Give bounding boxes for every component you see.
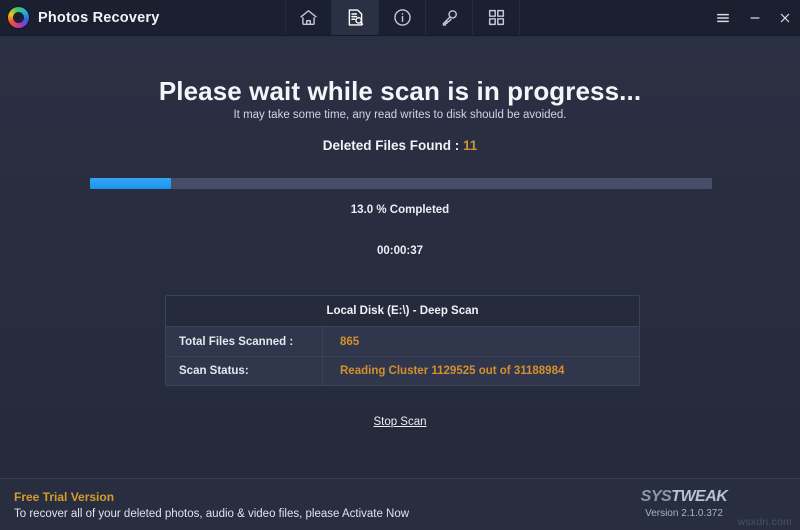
stop-scan-container: Stop Scan <box>0 412 800 430</box>
nav-tabs <box>285 0 520 35</box>
total-files-scanned-value: 865 <box>340 335 360 348</box>
home-icon <box>300 10 317 26</box>
scan-status-value: Reading Cluster 1129525 out of 31188984 <box>340 365 565 377</box>
deleted-files-found: Deleted Files Found : 11 <box>0 138 800 153</box>
minimize-button[interactable] <box>740 0 770 35</box>
hamburger-menu-icon <box>717 13 729 22</box>
nav-tab-home[interactable] <box>285 0 332 35</box>
table-row: Scan Status: Reading Cluster 1129525 out… <box>166 356 639 385</box>
grid-apps-icon <box>488 9 504 26</box>
stop-scan-link[interactable]: Stop Scan <box>373 416 426 428</box>
systweak-wordmark-prefix: SYS <box>640 488 672 505</box>
app-version: Version 2.1.0.372 <box>645 508 723 519</box>
refresh-arrows-glyph <box>13 12 24 23</box>
app-title: Photos Recovery <box>38 9 160 26</box>
scan-info-table: Local Disk (E:\) - Deep Scan Total Files… <box>165 295 640 386</box>
key-icon <box>442 10 457 26</box>
document-search-icon <box>348 9 363 26</box>
page-title: Please wait while scan is in progress... <box>158 76 642 106</box>
nav-tab-scan[interactable] <box>332 0 379 35</box>
hamburger-menu-button[interactable] <box>706 0 740 35</box>
window-controls <box>706 0 800 35</box>
minimize-icon <box>750 16 760 19</box>
systweak-branding: SYSTWEAK Version 2.1.0.372 <box>624 489 744 520</box>
systweak-wordmark-suffix: TWEAK <box>671 488 728 505</box>
free-trial-title: Free Trial Version <box>14 490 115 504</box>
photos-recovery-logo-icon <box>8 7 29 28</box>
info-circle-icon <box>393 9 411 26</box>
scan-progress-panel: Please wait while scan is in progress...… <box>0 36 800 478</box>
close-icon <box>780 13 790 22</box>
nav-tab-info[interactable] <box>379 0 426 35</box>
close-button[interactable] <box>770 0 800 35</box>
scan-info-table-header: Local Disk (E:\) - Deep Scan <box>166 296 639 327</box>
scan-progress-bar <box>90 178 712 189</box>
app-window: Photos Recovery Please wait while scan i… <box>0 0 800 530</box>
source-watermark: wsxdn.com <box>737 516 792 528</box>
systweak-wordmark: SYSTWEAK <box>624 489 744 505</box>
page-subtitle: It may take some time, any read writes t… <box>233 109 567 121</box>
scan-elapsed-time: 00:00:37 <box>376 245 424 257</box>
app-brand: Photos Recovery <box>0 0 280 35</box>
nav-tab-register[interactable] <box>426 0 473 35</box>
deleted-files-found-label: Deleted Files Found : <box>322 138 460 153</box>
title-bar: Photos Recovery <box>0 0 800 36</box>
free-trial-message: To recover all of your deleted photos, a… <box>14 508 410 520</box>
scan-percent-label: 13.0 % Completed <box>350 204 450 216</box>
table-row: Total Files Scanned : 865 <box>166 327 639 356</box>
total-files-scanned-label: Total Files Scanned : <box>166 327 323 356</box>
scan-progress-fill <box>90 178 171 189</box>
nav-tab-apps[interactable] <box>473 0 520 35</box>
scan-status-label: Scan Status: <box>166 357 323 385</box>
footer-bar: Free Trial Version To recover all of you… <box>0 478 800 530</box>
deleted-files-found-count: 11 <box>463 138 478 153</box>
